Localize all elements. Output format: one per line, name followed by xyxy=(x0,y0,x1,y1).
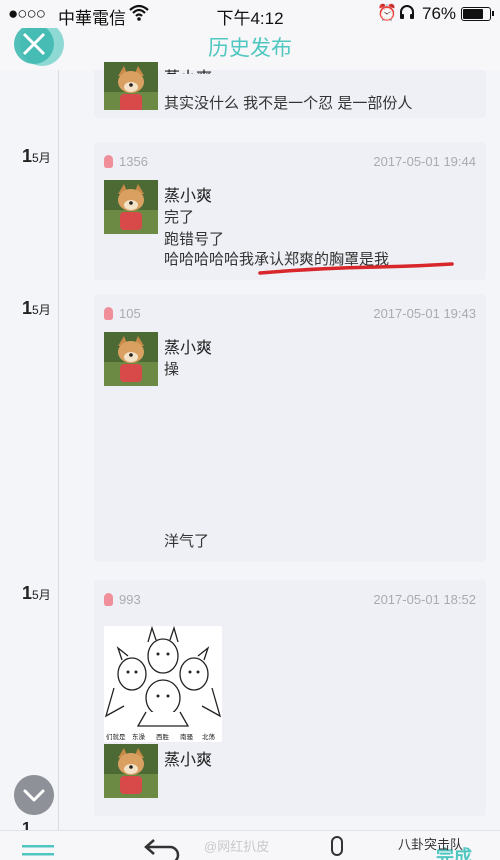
nav-bar: 历史发布 xyxy=(0,28,500,70)
menu-icon[interactable] xyxy=(22,843,54,860)
meme-caption: 东澡 xyxy=(132,732,146,741)
post-username: 蒸小爽 xyxy=(164,340,213,357)
date-label: 15月 xyxy=(22,298,51,318)
avatar[interactable] xyxy=(104,332,158,386)
avatar[interactable] xyxy=(104,744,158,798)
avatar[interactable] xyxy=(104,180,158,234)
pin-icon xyxy=(104,307,113,320)
avatar[interactable] xyxy=(104,62,158,110)
post-username: 蒸小爽 xyxy=(164,64,212,74)
post-timestamp: 2017-05-01 19:43 xyxy=(373,306,476,321)
alarm-icon: ⏰ xyxy=(377,5,397,22)
post-text: 完了 xyxy=(164,209,195,226)
post-card[interactable]: 993 2017-05-01 18:52 们就是 东澡 西胜 南骚 北荡 蒸小爽 xyxy=(94,580,486,816)
meme-caption: 北荡 xyxy=(202,732,216,741)
post-username: 蒸小爽 xyxy=(164,188,213,205)
post-timestamp: 2017-05-01 19:44 xyxy=(373,154,476,169)
post-timestamp: 2017-05-01 18:52 xyxy=(373,592,476,607)
post-card[interactable]: 蒸小爽 其实没什么 我不是一个忍 是一部份人 xyxy=(94,62,486,118)
meme-caption: 南骚 xyxy=(180,732,194,741)
pin-icon xyxy=(104,593,113,606)
meme-caption: 西胜 xyxy=(156,732,170,741)
scroll-down-button[interactable] xyxy=(14,775,54,815)
post-card[interactable]: 1356 2017-05-01 19:44 蒸小爽 完了 跑错号了 哈哈哈哈哈我… xyxy=(94,142,486,280)
battery-level xyxy=(463,9,483,19)
watermark: 八卦突击队 xyxy=(398,837,464,852)
date-label: 15月 xyxy=(22,146,51,166)
post-card[interactable]: 105 2017-05-01 19:43 蒸小爽 操 洋气了 xyxy=(94,294,486,562)
date-label: 1 xyxy=(22,820,31,830)
post-text: 洋气了 xyxy=(164,533,210,550)
like-count: 993 xyxy=(104,592,141,607)
date-label: 15月 xyxy=(22,583,51,603)
post-username: 蒸小爽 xyxy=(164,752,213,769)
battery-percent: 76% xyxy=(422,4,457,23)
pin-icon xyxy=(104,155,113,168)
meme-caption: 们就是 xyxy=(106,732,126,741)
red-underline-annotation xyxy=(258,262,454,275)
status-bar: ●○○○ 中華電信 下午4:12 ⏰ 76% xyxy=(0,0,500,28)
headphones-icon xyxy=(400,5,414,19)
like-count: 105 xyxy=(104,306,141,321)
page-title: 历史发布 xyxy=(208,37,292,60)
meme-image[interactable]: 们就是 东澡 西胜 南骚 北荡 xyxy=(104,625,222,742)
battery-icon xyxy=(461,7,494,21)
timeline-line xyxy=(58,70,59,830)
undo-icon[interactable] xyxy=(140,837,180,860)
like-count: 1356 xyxy=(104,154,148,169)
post-text: 操 xyxy=(164,361,180,378)
post-text: 其实没什么 我不是一个忍 是一部份人 xyxy=(164,95,413,112)
watermark: @网红扒皮 xyxy=(204,839,270,854)
microphone-icon[interactable] xyxy=(327,835,347,860)
post-text: 跑错号了 xyxy=(164,231,225,248)
